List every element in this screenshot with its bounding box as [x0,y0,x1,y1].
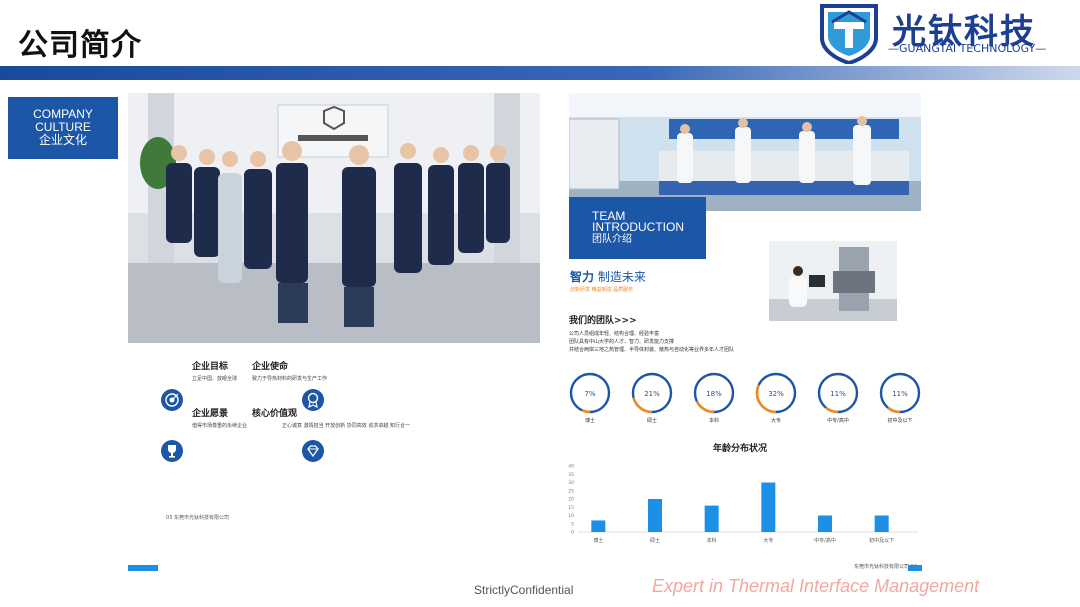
education-percent: 21% [644,390,660,398]
team-cn: 团队介绍 [592,234,632,245]
x-tick-label: 博士 [593,537,603,544]
right-company-name: 东莞市光钛科技有限公司 [854,564,910,570]
education-label: 大专 [770,418,781,424]
team-desc-line: 团队具有中山大学的人才、智力、研发能力支撑 [569,339,675,345]
x-tick-label: 大专 [763,537,773,544]
x-tick-label: 中专/高中 [814,537,836,544]
education-label: 博士 [584,418,595,424]
logo-english-name: —GUANGTAI TECHNOLOGY— [888,42,1047,55]
laboratory-photo [569,93,921,211]
slogan-watermark: Expert in Thermal Interface Management [652,576,980,596]
education-label: 硕士 [646,418,657,424]
goal-title: 企业愿景 [192,409,229,419]
worker-photo [769,241,897,321]
goal-core-values: 核心价值观 正心诚意 激情担当 开放创新 协同高效 追求卓越 知行合一 [252,406,410,429]
smart-headline-bold: 智力 [570,270,595,284]
trophy-icon [161,440,183,462]
chart-bar [704,505,719,532]
education-percent: 11% [892,390,908,398]
team-desc-line: 并结合两岸三地之热管理、半导体封装、散热与自动化等业界多年人才团队 [569,347,735,353]
education-circle: 11% 初中及以下 [878,371,922,424]
goal-desc: 立足中国、放眼全球 [192,376,238,382]
goal-title: 核心价值观 [252,409,298,419]
header-band [0,66,1080,80]
education-percent: 7% [584,390,595,398]
chart-bar [874,515,889,532]
culture-cn: 企业文化 [38,133,87,147]
x-tick-label: 硕士 [650,537,660,544]
y-tick-label: 0 [571,530,574,536]
smart-subline: 创新研发 精益制造 品质服务 [570,287,634,293]
y-tick-label: 15 [568,505,574,511]
education-circle: 32% 大专 [754,371,798,424]
education-percent: 32% [768,390,784,398]
left-company-name: 东莞市光钛科技有限公司 [173,515,229,521]
left-blue-mark [128,565,158,571]
x-tick-label: 初中及以下 [869,537,894,544]
education-label: 中专/高中 [827,418,849,424]
team-group-photo [128,93,540,343]
y-tick-label: 25 [568,488,574,494]
y-tick-label: 35 [568,472,574,478]
education-circle: 18% 本科 [692,371,736,424]
age-distribution-chart: 0 5 10 15 20 25 30 35 40 博士 硕士 本科 大专 中专/高中 初中及以下 [568,464,918,544]
y-tick-label: 10 [568,513,574,519]
education-circle: 21% 硕士 [630,371,674,424]
right-blue-mark [908,565,922,571]
award-icon [302,389,324,411]
smart-headline-rest: 制造未来 [597,270,646,284]
confidential-label: StrictlyConfidential [474,583,574,597]
target-icon [161,389,183,411]
left-page-footer: 03 东莞市光钛科技有限公司 [166,514,229,521]
team-en-line2: INTRODUCTION [592,220,684,234]
our-team-description: 公司人员组成年轻、结构合理、经验丰富 团队具有中山大学的人才、智力、研发能力支撑… [569,330,809,354]
left-page-number: 03 [166,515,173,521]
goal-enterprise-mission: 企业使命 致力于导热材料的研发与生产工作 [252,359,327,382]
chart-bar [761,482,776,532]
chart-title: 年龄分布状况 [712,444,767,454]
education-label: 本科 [708,418,719,424]
goal-desc: 致力于导热材料的研发与生产工作 [252,376,328,382]
diamond-icon [302,440,324,462]
chart-bar [648,499,662,532]
smart-headline: 智力 制造未来 [570,268,646,285]
shield-logo-icon [820,4,878,64]
goal-title: 企业目标 [192,362,229,372]
education-label: 初中及以下 [887,418,913,424]
y-tick-label: 30 [568,480,574,486]
team-introduction-box: TEAM INTRODUCTION 团队介绍 [569,197,706,259]
goal-enterprise-target: 企业目标 立足中国、放眼全球 [192,359,237,382]
goal-desc: 值得市场尊重的永续企业 [192,423,248,429]
chart-bar [591,520,606,532]
education-circle: 11% 中专/高中 [816,371,860,424]
page-title: 公司简介 [18,28,142,63]
education-percent: 11% [830,390,846,398]
goal-enterprise-vision: 企业愿景 值得市场尊重的永续企业 [192,406,247,429]
goal-desc: 正心诚意 激情担当 开放创新 协同高效 追求卓越 知行合一 [282,423,410,429]
y-tick-label: 20 [568,497,574,503]
team-desc-line: 公司人员组成年轻、结构合理、经验丰富 [569,331,660,337]
y-tick-label: 40 [568,464,574,470]
company-logo: 光钛科技 —GUANGTAI TECHNOLOGY— [818,4,1078,64]
company-culture-box: COMPANY CULTURE 企业文化 [8,97,118,159]
x-tick-label: 本科 [707,537,717,544]
y-tick-label: 5 [571,521,574,527]
goal-title: 企业使命 [252,362,289,372]
our-team-title: 我们的团队>>> [569,316,637,326]
education-percent: 18% [706,390,722,398]
chart-bar [818,515,832,532]
education-circle: 7% 博士 [568,371,612,424]
